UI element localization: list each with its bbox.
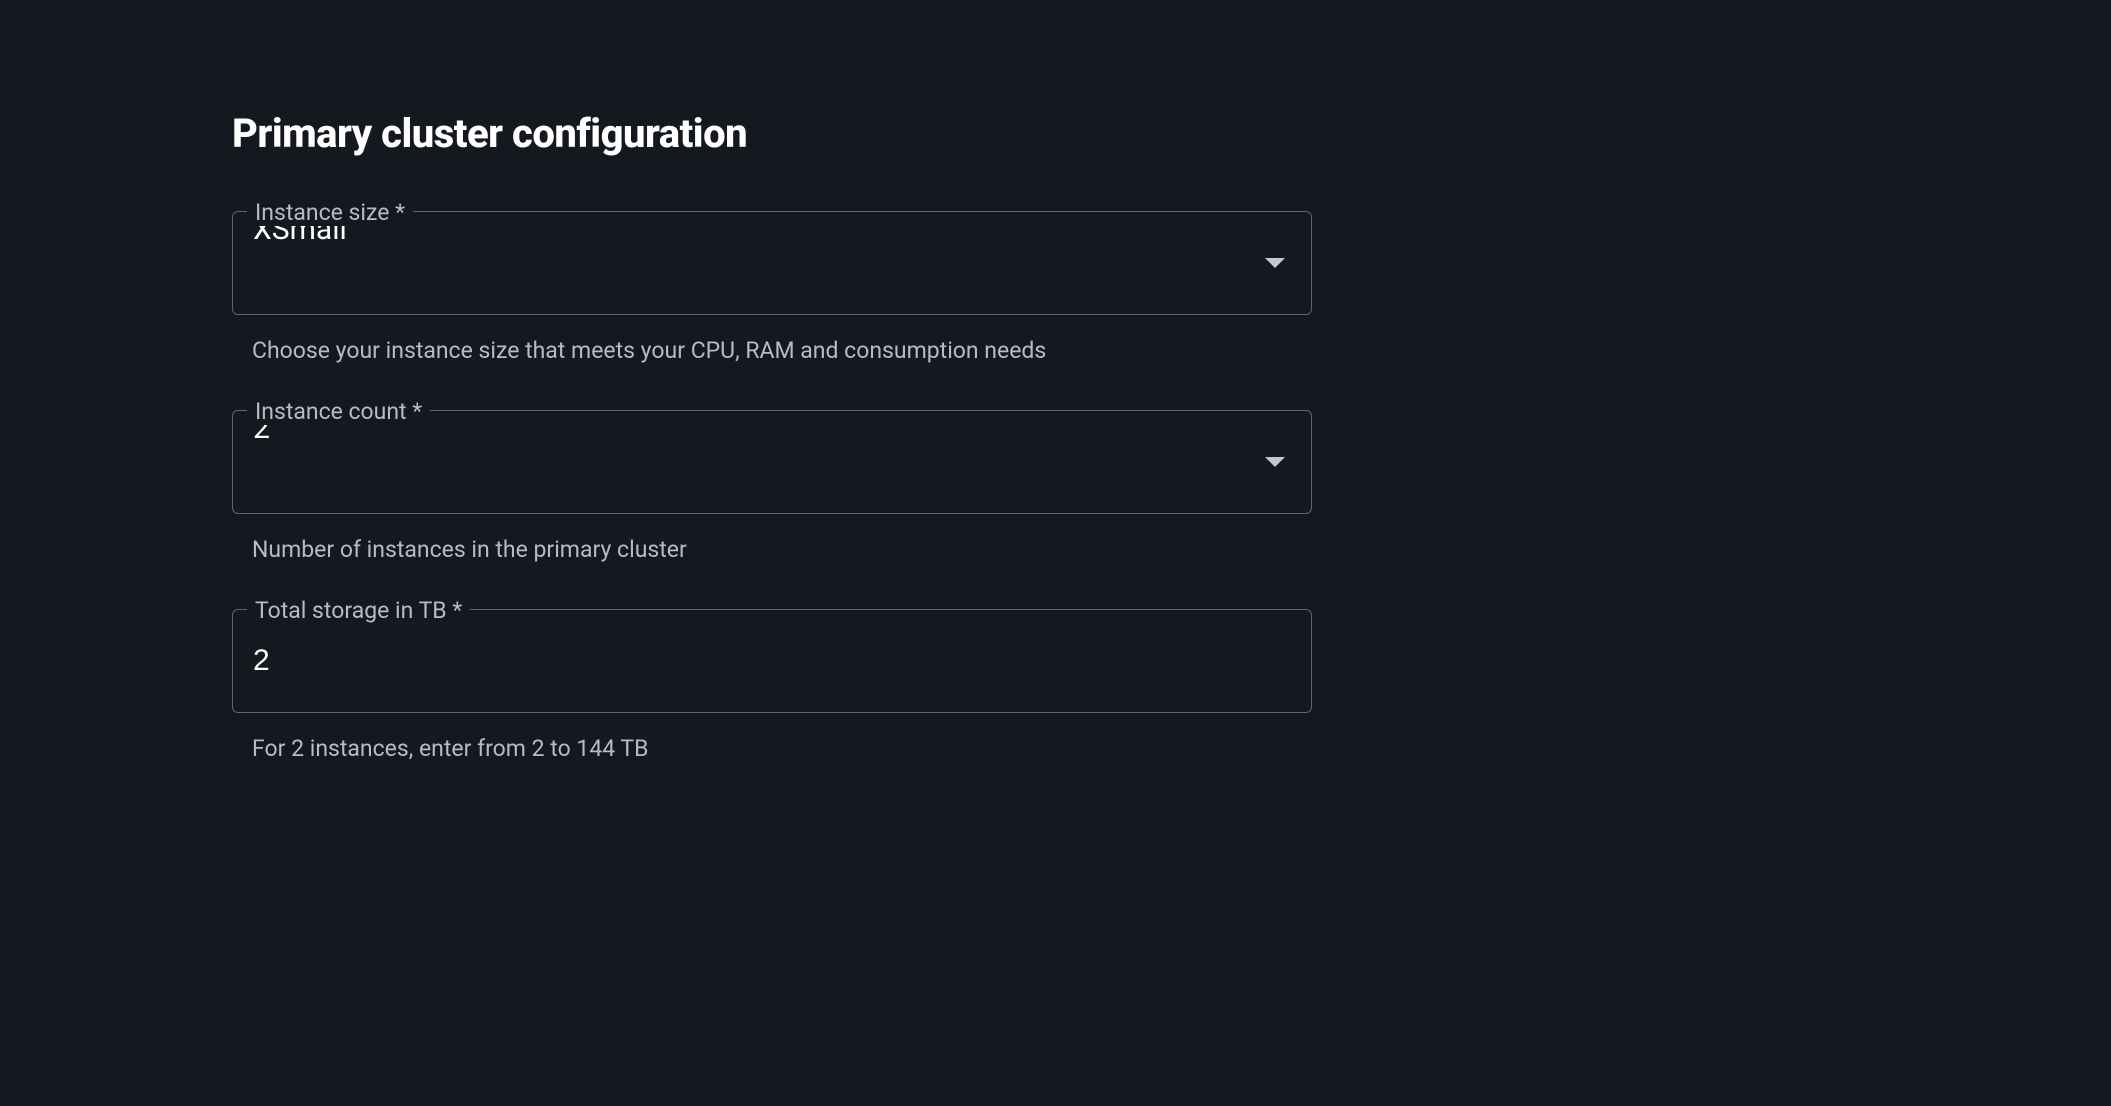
total-storage-group: Total storage in TB * For 2 instances, e…	[232, 609, 1312, 762]
caret-down-icon	[1265, 258, 1285, 268]
total-storage-field-wrapper: Total storage in TB *	[232, 609, 1312, 713]
caret-down-icon	[1265, 457, 1285, 467]
instance-count-value: 2	[233, 411, 1265, 513]
section-heading: Primary cluster configuration	[232, 110, 1312, 157]
instance-count-help: Number of instances in the primary clust…	[252, 536, 1312, 563]
instance-size-select[interactable]: Instance size * XSmall	[232, 211, 1312, 315]
instance-count-label: Instance count *	[247, 398, 430, 425]
instance-size-value: XSmall	[233, 212, 1265, 314]
instance-count-group: Instance count * 2 Number of instances i…	[232, 410, 1312, 563]
total-storage-input[interactable]	[233, 610, 1311, 712]
instance-count-select[interactable]: Instance count * 2	[232, 410, 1312, 514]
instance-size-help: Choose your instance size that meets you…	[252, 337, 1312, 364]
primary-cluster-config: Primary cluster configuration Instance s…	[232, 110, 1312, 762]
total-storage-help: For 2 instances, enter from 2 to 144 TB	[252, 735, 1312, 762]
total-storage-label: Total storage in TB *	[247, 597, 470, 624]
instance-size-label: Instance size *	[247, 199, 413, 226]
instance-size-group: Instance size * XSmall Choose your insta…	[232, 211, 1312, 364]
